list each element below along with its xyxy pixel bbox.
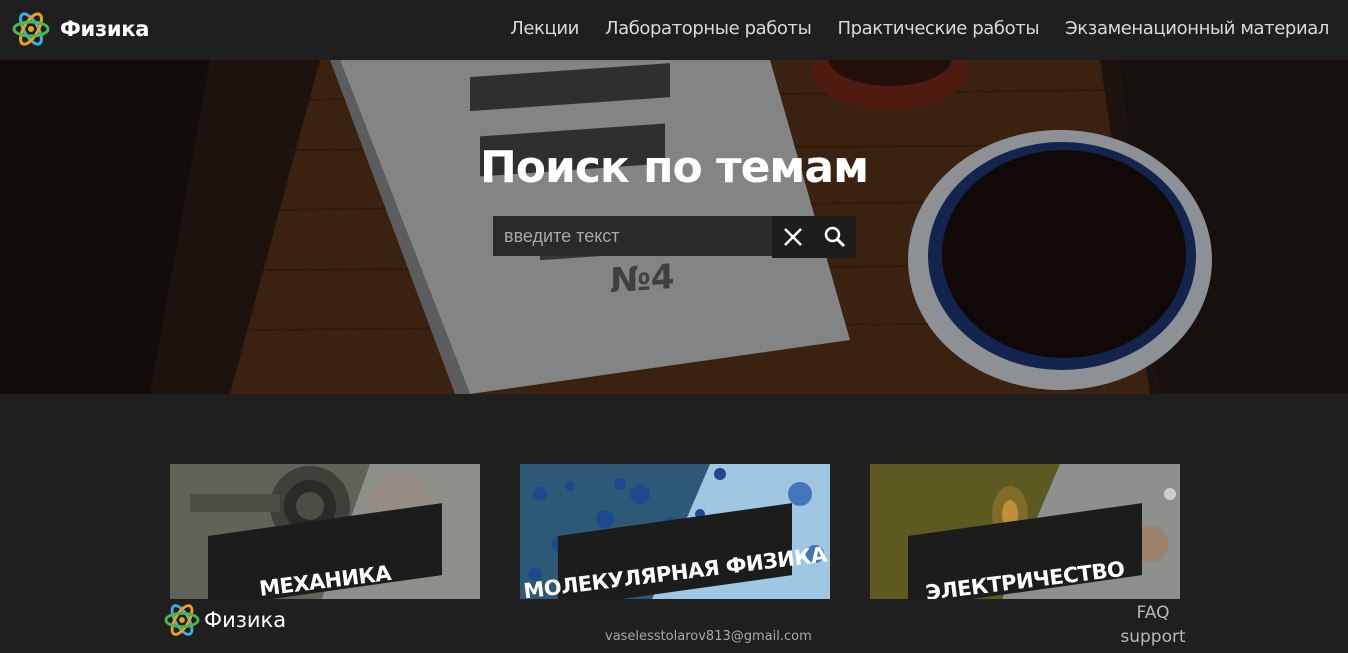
topic-card-molecular-physics[interactable]: МОЛЕКУЛЯРНАЯ ФИЗИКА	[520, 464, 830, 604]
main-nav: Лекции Лабораторные работы Практические …	[484, 18, 1329, 39]
search-button[interactable]	[814, 216, 856, 258]
nav-exam-material[interactable]: Экзаменационный материал	[1065, 18, 1329, 39]
footer-brand-name: Физика	[204, 608, 287, 632]
nav-lab-works[interactable]: Лабораторные работы	[605, 18, 812, 39]
brand-name: Физика	[60, 17, 150, 41]
footer: Физика vaselesstolarov813@gmail.com FAQ …	[0, 599, 1348, 653]
nav-lectures[interactable]: Лекции	[510, 18, 579, 39]
nav-practical-works[interactable]: Практические работы	[837, 18, 1039, 39]
topic-card-electricity[interactable]: ЭЛЕКТРИЧЕСТВО	[870, 464, 1180, 604]
hero-title: Поиск по темам	[479, 142, 869, 193]
search-icon	[824, 226, 846, 248]
footer-faq-link[interactable]: FAQ	[1110, 601, 1196, 625]
topic-search-form	[493, 216, 856, 258]
hero-banner: №4 Поиск по темам	[0, 60, 1348, 394]
atom-logo-icon	[164, 604, 200, 636]
atom-logo-icon	[12, 12, 50, 46]
close-icon	[784, 228, 802, 246]
brand-logo-link[interactable]: Физика	[12, 7, 149, 51]
clear-search-button[interactable]	[772, 216, 814, 258]
footer-links: FAQ support	[1110, 601, 1196, 649]
footer-brand-link[interactable]: Физика	[164, 599, 286, 641]
topic-card-mechanics[interactable]: МЕХАНИКА	[170, 464, 480, 604]
search-input[interactable]	[493, 216, 772, 256]
footer-email-link[interactable]: vaselesstolarov813@gmail.com	[605, 629, 812, 644]
top-navbar: Физика Лекции Лабораторные работы Практи…	[0, 0, 1348, 60]
footer-support-link[interactable]: support	[1110, 625, 1196, 649]
